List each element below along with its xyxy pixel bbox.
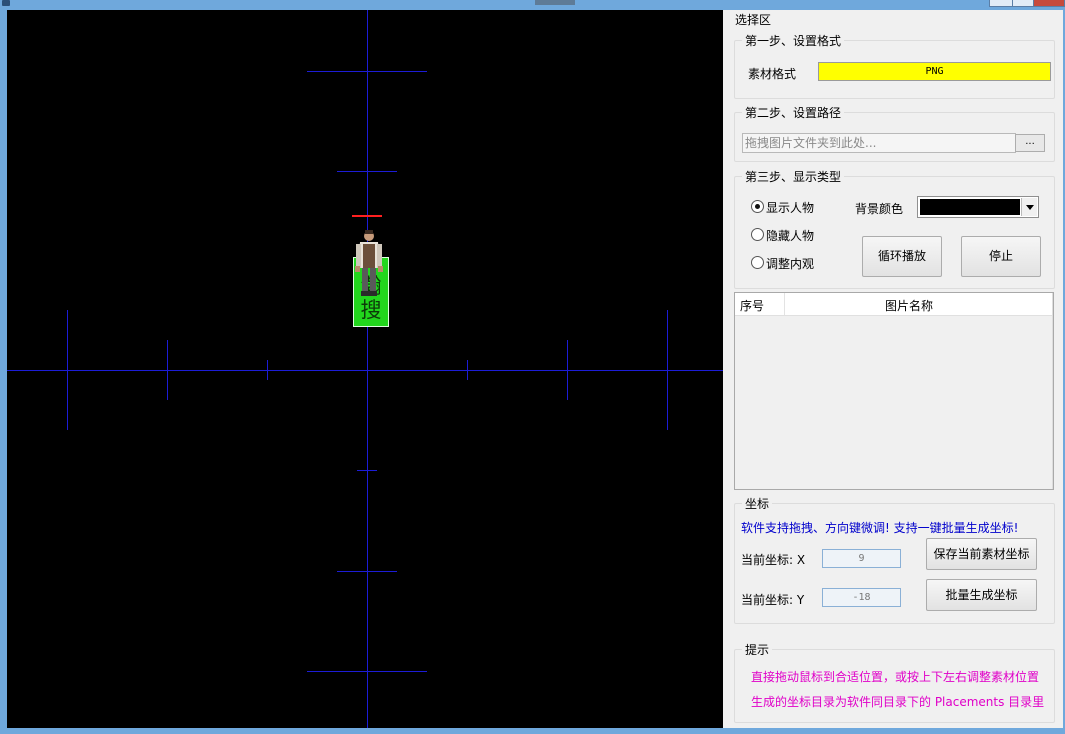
- hints-title: 提示: [742, 641, 773, 658]
- step2-group: 第二步、设置路径 拖拽图片文件夹到此处... ...: [734, 104, 1055, 162]
- settings-panel: 选择区 第一步、设置格式 素材格式 PNG 第二步、设置路径 拖拽图片文件夹到此…: [723, 10, 1063, 728]
- bg-color-swatch: [920, 199, 1020, 215]
- x-coord-field[interactable]: 9: [822, 549, 901, 568]
- axis-tick: [167, 340, 168, 400]
- loop-play-button[interactable]: 循环播放: [862, 236, 942, 277]
- anchor-marker: [352, 215, 382, 217]
- radio-adjust-inner[interactable]: [751, 256, 764, 269]
- image-list[interactable]: 序号 图片名称: [734, 292, 1054, 490]
- step3-group: 第三步、显示类型 显示人物 隐藏人物 调整内观 背景颜色 循环播放 停止: [734, 168, 1055, 289]
- sprite-label-2: 搜: [360, 298, 382, 322]
- browse-button[interactable]: ...: [1015, 134, 1045, 152]
- col-index-header[interactable]: 序号: [740, 297, 764, 314]
- axis-tick: [267, 360, 268, 380]
- bg-color-select[interactable]: [917, 196, 1039, 218]
- format-label: 素材格式: [748, 67, 797, 81]
- radio-hide-character-label: 隐藏人物: [766, 229, 815, 243]
- coords-note: 软件支持拖拽、方向键微调! 支持一键批量生成坐标!: [741, 521, 1019, 535]
- list-header: 序号 图片名称: [735, 293, 1053, 316]
- chevron-down-icon[interactable]: [1021, 198, 1037, 216]
- window-title: [535, 0, 575, 5]
- step3-title: 第三步、显示类型: [742, 168, 845, 185]
- axis-tick: [667, 310, 668, 430]
- column-divider[interactable]: [784, 293, 785, 315]
- x-coord-label: 当前坐标: X: [741, 553, 806, 567]
- minimize-button[interactable]: [989, 0, 1013, 7]
- app-icon: [2, 0, 10, 6]
- col-name-header[interactable]: 图片名称: [885, 297, 933, 314]
- axis-tick: [337, 171, 397, 172]
- axis-tick: [567, 340, 568, 400]
- radio-adjust-inner-label: 调整内观: [766, 257, 815, 271]
- radio-hide-character[interactable]: [751, 228, 764, 241]
- stop-button[interactable]: 停止: [961, 236, 1041, 277]
- y-coord-field[interactable]: -18: [822, 588, 901, 607]
- list-scrollbar[interactable]: [1052, 293, 1053, 489]
- batch-generate-button[interactable]: 批量生成坐标: [926, 579, 1037, 611]
- radio-show-character-label: 显示人物: [766, 201, 815, 215]
- x-axis-line: [7, 370, 723, 371]
- step1-group: 第一步、设置格式 素材格式 PNG: [734, 32, 1055, 99]
- close-button[interactable]: [1033, 0, 1065, 7]
- hint-line-2: 生成的坐标目录为软件同目录下的 Placements 目录里: [751, 695, 1045, 709]
- section-title: 选择区: [735, 13, 772, 27]
- format-select[interactable]: PNG: [818, 62, 1051, 81]
- coords-group: 坐标 软件支持拖拽、方向键微调! 支持一键批量生成坐标! 当前坐标: X 9 当…: [734, 495, 1055, 624]
- title-bar: [0, 0, 1065, 10]
- axis-tick: [357, 470, 377, 471]
- bg-color-label: 背景颜色: [855, 202, 904, 216]
- path-input[interactable]: 拖拽图片文件夹到此处...: [742, 133, 1016, 153]
- y-axis-line: [367, 10, 368, 728]
- step1-title: 第一步、设置格式: [742, 32, 845, 49]
- axis-tick: [337, 571, 397, 572]
- axis-tick: [67, 310, 68, 430]
- y-coord-label: 当前坐标: Y: [741, 593, 805, 607]
- radio-show-character[interactable]: [751, 200, 764, 213]
- axis-tick: [307, 671, 427, 672]
- hint-line-1: 直接拖动鼠标到合适位置，或按上下左右调整素材位置: [751, 670, 1040, 684]
- step2-title: 第二步、设置路径: [742, 104, 845, 121]
- hints-group: 提示 直接拖动鼠标到合适位置，或按上下左右调整素材位置 生成的坐标目录为软件同目…: [734, 641, 1055, 723]
- coords-title: 坐标: [742, 495, 773, 512]
- axis-tick: [307, 71, 427, 72]
- preview-canvas[interactable]: 瀚 搜: [7, 10, 723, 728]
- axis-tick: [467, 360, 468, 380]
- maximize-button[interactable]: [1012, 0, 1034, 7]
- save-coords-button[interactable]: 保存当前素材坐标: [926, 538, 1037, 570]
- character-sprite[interactable]: [351, 228, 387, 300]
